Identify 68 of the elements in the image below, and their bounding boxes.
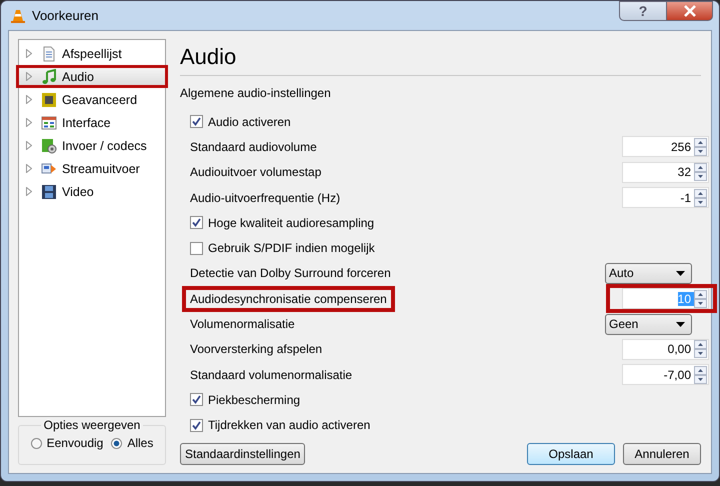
setting-label: Audiouitvoer volumestap <box>189 164 322 182</box>
checkbox[interactable] <box>190 418 203 432</box>
setting-label: Standaard volumenormalisatie <box>189 366 354 384</box>
help-button[interactable]: ? <box>619 1 667 21</box>
cancel-button[interactable]: Annuleren <box>623 443 701 465</box>
spin-arrows-icon[interactable] <box>694 138 707 156</box>
group-title: Opties weergeven <box>40 418 144 432</box>
tree-item[interactable]: Invoer / codecs <box>16 134 168 157</box>
checkbox-label[interactable]: Piekbescherming <box>208 392 300 407</box>
checkbox[interactable] <box>190 115 203 128</box>
spin-box[interactable]: 256 <box>622 136 709 158</box>
chip-icon <box>41 92 57 108</box>
setting-label: Voorversterking afspelen <box>189 341 324 358</box>
spin-arrows-icon[interactable] <box>694 163 707 182</box>
spin-box[interactable]: -7,00 <box>622 364 709 386</box>
dropdown-arrow-icon <box>676 322 685 327</box>
spin-box[interactable]: 0,00 <box>622 338 709 360</box>
close-button[interactable] <box>667 1 713 21</box>
radio-label[interactable]: Eenvoudig <box>46 436 104 450</box>
checkbox[interactable] <box>190 393 203 406</box>
window-icon <box>41 114 57 130</box>
expand-icon[interactable] <box>26 187 32 196</box>
tree-item[interactable]: Video <box>16 180 168 203</box>
save-button[interactable]: Opslaan <box>527 443 615 465</box>
spin-arrows-icon[interactable] <box>694 340 707 358</box>
setting-label: Audiodesynchronisatie compenseren <box>182 286 395 312</box>
music-note-icon <box>41 68 57 84</box>
checkbox-label[interactable]: Gebruik S/PDIF indien mogelijk <box>208 241 375 256</box>
tree-item[interactable]: Interface <box>16 111 168 134</box>
panel-title: Audio <box>180 43 238 71</box>
expand-icon[interactable] <box>26 141 32 150</box>
dropdown[interactable]: Auto <box>605 262 692 284</box>
checkbox-label[interactable]: Hoge kwaliteit audioresampling <box>208 216 374 230</box>
tree-item[interactable]: Geavanceerd <box>16 88 168 111</box>
radio-button[interactable] <box>111 438 122 448</box>
reset-button[interactable]: Standaardinstellingen <box>180 443 306 465</box>
setting-label: Volumenormalisatie <box>189 316 296 334</box>
spin-box[interactable]: 32 <box>622 162 709 183</box>
checkbox-label[interactable]: Audio activeren <box>208 114 291 129</box>
traffic-cone-icon <box>10 8 26 24</box>
stream-icon <box>41 160 57 176</box>
checkbox[interactable] <box>190 242 203 255</box>
expand-icon[interactable] <box>26 95 32 104</box>
window-title: Voorkeuren <box>32 8 98 23</box>
close-icon <box>682 5 696 17</box>
checkbox[interactable] <box>190 216 203 230</box>
radio-label[interactable]: Alles <box>127 436 154 450</box>
tree-item[interactable]: Audio <box>16 65 168 88</box>
expand-icon[interactable] <box>26 118 32 127</box>
dropdown-arrow-icon <box>676 270 685 276</box>
radio-button[interactable] <box>30 438 42 448</box>
setting-label: Standaard audiovolume <box>189 138 318 156</box>
expand-icon[interactable] <box>26 164 32 173</box>
spin-arrows-icon[interactable] <box>694 188 707 207</box>
dropdown[interactable]: Geen <box>605 314 692 335</box>
setting-label: Audio-uitvoerfrequentie (Hz) <box>189 190 342 207</box>
spin-arrows-icon[interactable] <box>694 366 707 384</box>
expand-icon[interactable] <box>26 49 32 58</box>
checkbox-label[interactable]: Tijdrekken van audio activeren <box>208 418 370 432</box>
tree-item[interactable]: Streamuitvoer <box>16 157 168 180</box>
spin-box[interactable]: -1 <box>622 187 709 208</box>
setting-label: Detectie van Dolby Surround forceren <box>189 265 392 282</box>
spin-arrows-icon[interactable] <box>694 290 707 308</box>
tree-item[interactable]: Afspeellijst <box>16 42 168 65</box>
document-icon <box>41 46 57 62</box>
film-strip-icon <box>41 184 57 200</box>
film-gear-icon <box>41 138 57 154</box>
section-title: Algemene audio-instellingen <box>180 86 332 100</box>
